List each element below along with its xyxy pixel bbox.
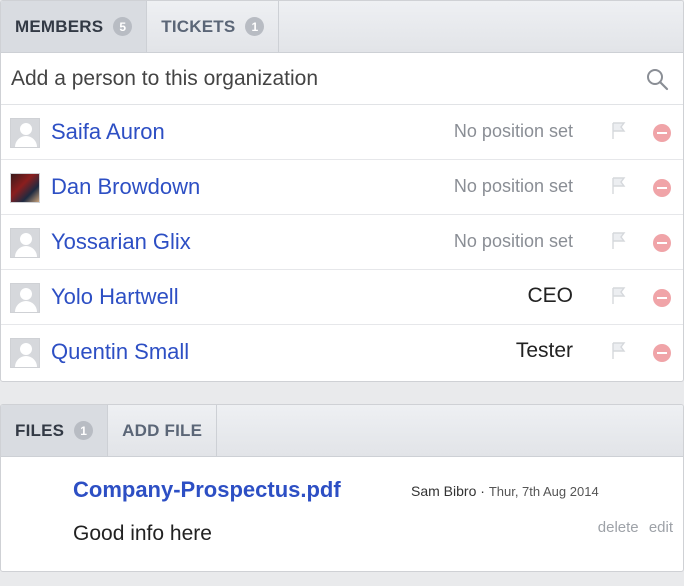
flag-icon[interactable] — [612, 177, 626, 195]
file-uploader: Sam Bibro — [411, 483, 477, 499]
tab-tickets[interactable]: TICKETS 1 — [147, 1, 280, 52]
avatar — [10, 338, 40, 368]
file-description: Good info here — [73, 522, 212, 545]
meta-separator: · — [480, 483, 485, 499]
files-tabbar: FILES 1 ADD FILE — [1, 405, 683, 457]
remove-member-icon[interactable] — [653, 124, 671, 142]
file-item: Company-Prospectus.pdf Sam Bibro · Thur,… — [1, 457, 683, 571]
tab-tickets-label: TICKETS — [161, 16, 236, 36]
tab-files[interactable]: FILES 1 — [1, 405, 109, 456]
tab-members-label: MEMBERS — [15, 16, 104, 36]
remove-member-icon[interactable] — [653, 234, 671, 252]
avatar — [10, 173, 40, 203]
delete-file-link[interactable]: delete — [598, 519, 639, 536]
remove-member-icon[interactable] — [653, 344, 671, 362]
add-person-input[interactable] — [1, 66, 621, 91]
flag-icon[interactable] — [612, 287, 626, 305]
file-actions: delete edit — [592, 519, 673, 536]
remove-member-icon[interactable] — [653, 179, 671, 197]
member-name-link[interactable]: Yossarian Glix — [51, 229, 191, 255]
member-position[interactable]: Tester — [516, 339, 573, 363]
remove-member-icon[interactable] — [653, 289, 671, 307]
tab-members[interactable]: MEMBERS 5 — [1, 1, 148, 52]
member-position[interactable]: No position set — [454, 176, 573, 197]
member-row: Yossarian Glix No position set — [1, 215, 683, 270]
files-count-badge: 1 — [74, 421, 94, 440]
add-person-row — [1, 53, 683, 105]
tab-add-file[interactable]: ADD FILE — [108, 405, 218, 456]
file-date: Thur, 7th Aug 2014 — [488, 484, 599, 499]
members-count-badge: 5 — [113, 17, 133, 36]
search-icon[interactable] — [645, 67, 669, 91]
member-name-link[interactable]: Saifa Auron — [51, 119, 165, 145]
file-name-link[interactable]: Company-Prospectus.pdf — [73, 477, 341, 503]
members-tabbar: MEMBERS 5 TICKETS 1 — [1, 1, 683, 53]
member-name-link[interactable]: Quentin Small — [51, 339, 189, 365]
avatar — [10, 118, 40, 148]
flag-icon[interactable] — [612, 122, 626, 140]
avatar — [10, 228, 40, 258]
member-position[interactable]: CEO — [527, 284, 573, 308]
tickets-count-badge: 1 — [245, 17, 265, 36]
member-row: Saifa Auron No position set — [1, 105, 683, 160]
tab-files-label: FILES — [15, 420, 65, 440]
file-meta: Sam Bibro · Thur, 7th Aug 2014 — [411, 483, 599, 499]
member-name-link[interactable]: Dan Browdown — [51, 174, 200, 200]
member-position[interactable]: No position set — [454, 231, 573, 252]
members-panel: MEMBERS 5 TICKETS 1 Saifa Auron No posit… — [0, 0, 684, 382]
member-list: Saifa Auron No position set Dan Browdown… — [1, 105, 683, 380]
member-row: Quentin Small Tester — [1, 325, 683, 380]
tab-add-file-label: ADD FILE — [122, 420, 203, 440]
flag-icon[interactable] — [612, 342, 626, 360]
member-name-link[interactable]: Yolo Hartwell — [51, 284, 179, 310]
flag-icon[interactable] — [612, 232, 626, 250]
avatar — [10, 283, 40, 313]
member-row: Dan Browdown No position set — [1, 160, 683, 215]
member-position[interactable]: No position set — [454, 121, 573, 142]
files-panel: FILES 1 ADD FILE Company-Prospectus.pdf … — [0, 404, 684, 572]
member-row: Yolo Hartwell CEO — [1, 270, 683, 325]
edit-file-link[interactable]: edit — [649, 519, 673, 536]
